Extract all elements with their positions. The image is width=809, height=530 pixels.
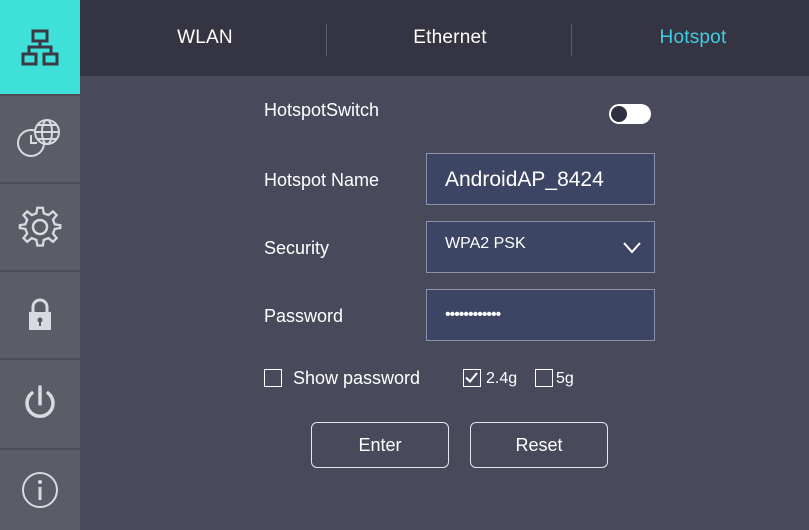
band-24g-checkbox[interactable] xyxy=(463,369,481,387)
enter-button[interactable]: Enter xyxy=(311,422,449,468)
show-password-checkbox[interactable] xyxy=(264,369,282,387)
sidebar xyxy=(0,0,80,530)
sidebar-item-settings[interactable] xyxy=(0,184,80,272)
hotspot-name-input[interactable]: AndroidAP_8424 xyxy=(426,153,655,205)
band-5g-checkbox[interactable] xyxy=(535,369,553,387)
password-input[interactable]: •••••••••••• xyxy=(426,289,655,341)
power-icon xyxy=(25,385,55,418)
security-select-value: WPA2 PSK xyxy=(445,235,526,252)
hotspot-name-label: Hotspot Name xyxy=(264,170,380,190)
security-label: Security xyxy=(264,238,330,258)
gear-icon xyxy=(18,206,62,247)
chevron-down-icon xyxy=(623,242,641,254)
tab-ethernet[interactable]: Ethernet xyxy=(380,0,520,76)
sidebar-item-info[interactable] xyxy=(0,450,80,530)
hotspot-switch-toggle[interactable] xyxy=(609,104,651,124)
tab-wlan[interactable]: WLAN xyxy=(140,0,270,76)
band-24g-label: 2.4g xyxy=(486,370,518,387)
tab-divider xyxy=(571,24,572,56)
sidebar-item-power[interactable] xyxy=(0,360,80,450)
toggle-knob xyxy=(611,106,627,122)
checkmark-icon xyxy=(465,372,478,383)
clock-globe-icon xyxy=(17,119,60,157)
sidebar-item-security[interactable] xyxy=(0,272,80,360)
band-5g-label: 5g xyxy=(556,370,574,387)
tab-divider xyxy=(326,24,327,56)
security-select[interactable]: WPA2 PSK xyxy=(426,221,655,273)
lock-icon xyxy=(29,298,51,330)
password-label: Password xyxy=(264,306,344,326)
sidebar-item-time[interactable] xyxy=(0,96,80,184)
info-icon xyxy=(22,472,58,508)
sidebar-item-network[interactable] xyxy=(0,0,80,96)
reset-button[interactable]: Reset xyxy=(470,422,608,468)
tab-hotspot[interactable]: Hotspot xyxy=(628,0,758,76)
hotspot-switch-label: HotspotSwitch xyxy=(264,100,380,120)
show-password-label: Show password xyxy=(293,368,421,388)
network-icon xyxy=(21,29,59,66)
